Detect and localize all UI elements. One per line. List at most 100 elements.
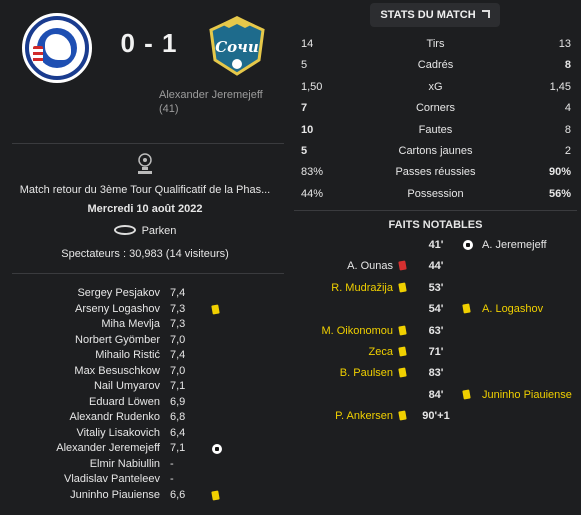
event-home-player[interactable]: M. Oikonomou <box>321 325 393 337</box>
flag-stripe-icon <box>33 46 43 64</box>
yellow-card-icon <box>398 367 407 378</box>
stat-row: 44% Possession 56% <box>290 185 581 206</box>
player-rating: 6,8 <box>170 411 186 423</box>
event-home-player[interactable]: Zeca <box>369 346 393 358</box>
stat-away-value: 8 <box>564 59 571 72</box>
competition-name[interactable]: Match retour du 3ème Tour Qualificatif d… <box>0 184 290 196</box>
yellow-card-icon <box>462 303 471 314</box>
stat-row: 10 Fautes 8 <box>290 121 581 142</box>
event-row: 84' Juninho Piauiense <box>290 386 581 407</box>
stat-label: Possession <box>407 187 464 200</box>
yellow-card-icon <box>398 325 407 336</box>
yellow-card-icon <box>398 282 407 293</box>
event-row: R. Mudražija 53' <box>290 279 581 300</box>
stat-label: Fautes <box>418 123 453 136</box>
player-rating: 7,0 <box>170 333 186 346</box>
player-name: Alexander Jeremejeff <box>56 442 160 454</box>
match-stats-panel: STATS DU MATCH 14 Tirs 13 5 Cadrés 8 1,50 xG 1,4… <box>290 0 581 515</box>
event-row: Zeca 71' <box>290 343 581 364</box>
event-away-icon <box>463 240 473 253</box>
player-row[interactable]: Alexander Jeremejeff 7,1 <box>0 441 290 457</box>
stat-row: 14 Tirs 13 <box>290 35 581 56</box>
player-rating: 7,4 <box>170 349 186 361</box>
player-name: Vitaliy Lisakovich <box>76 426 160 439</box>
notable-events-title: FAITS NOTABLES <box>388 219 483 231</box>
stat-away-value: 56% <box>548 187 571 200</box>
player-rating: 7,3 <box>170 318 186 330</box>
home-team-logo[interactable] <box>22 13 92 83</box>
match-summary-panel: 0 - 1 Сочи Alexander Jeremejeff (41) Mat… <box>0 0 290 515</box>
away-scorer[interactable]: Alexander Jeremejeff (41) <box>159 88 263 116</box>
player-row[interactable]: Sergey Pesjakov 7,4 <box>0 286 290 302</box>
stat-label: Cadrés <box>417 59 454 72</box>
stat-row: 5 Cartons jaunes 2 <box>290 142 581 163</box>
event-home-icon <box>398 325 407 338</box>
event-minute: 84' <box>428 388 444 401</box>
player-row[interactable]: Vladislav Panteleev - <box>0 472 290 488</box>
player-event <box>211 303 220 317</box>
event-away-player[interactable]: A. Logashov <box>482 303 543 315</box>
player-name: Nail Umyarov <box>93 380 160 392</box>
event-away-player[interactable]: Juninho Piauiense <box>482 389 572 401</box>
event-home-icon <box>398 346 407 359</box>
injury-icon <box>398 260 407 271</box>
player-name: Arseny Logashov <box>75 302 160 315</box>
event-home-player[interactable]: B. Paulsen <box>340 367 393 379</box>
stat-away-value: 4 <box>564 102 571 115</box>
player-row[interactable]: Alexandr Rudenko 6,8 <box>0 410 290 426</box>
event-home-icon <box>398 367 407 380</box>
player-name: Miha Mevlja <box>101 318 160 330</box>
divider <box>12 273 284 274</box>
player-rating: 7,1 <box>170 442 186 454</box>
player-row[interactable]: Norbert Gyömber 7,0 <box>0 333 290 349</box>
event-minute: 83' <box>428 367 444 380</box>
player-row[interactable]: Juninho Piauiense 6,6 <box>0 488 290 504</box>
event-minute: 71' <box>428 345 444 358</box>
player-rating: - <box>170 457 174 470</box>
yellow-card-icon <box>462 389 471 400</box>
stats-header-label: STATS DU MATCH <box>380 9 476 21</box>
event-home-player[interactable]: P. Ankersen <box>335 410 393 422</box>
event-row: 41' A. Jeremejeff <box>290 236 581 257</box>
event-away-icon <box>462 389 471 402</box>
away-team-logo[interactable]: Сочи <box>205 12 269 78</box>
stat-label: Passes réussies <box>395 166 476 179</box>
match-score: 0 - 1 <box>120 28 178 58</box>
stat-label: Corners <box>415 102 456 115</box>
notable-events-list: 41' A. Jeremejeff A. Ounas 44' R. Mudražija 5… <box>290 236 581 429</box>
event-home-player[interactable]: R. Mudražija <box>331 282 393 294</box>
stat-row: 1,50 xG 1,45 <box>290 78 581 99</box>
stats-header-button[interactable]: STATS DU MATCH <box>370 3 500 27</box>
player-row[interactable]: Miha Mevlja 7,3 <box>0 317 290 333</box>
player-rating: 7,1 <box>170 380 186 392</box>
divider <box>294 210 577 211</box>
player-row[interactable]: Eduard Löwen 6,9 <box>0 395 290 411</box>
player-rating: 6,9 <box>170 395 186 408</box>
player-name: Norbert Gyömber <box>75 333 160 346</box>
stat-row: 7 Corners 4 <box>290 99 581 120</box>
player-row[interactable]: Elmir Nabiullin - <box>0 457 290 473</box>
stat-away-value: 90% <box>548 166 571 179</box>
stat-row: 5 Cadrés 8 <box>290 56 581 77</box>
event-row: 54' A. Logashov <box>290 300 581 321</box>
player-row[interactable]: Vitaliy Lisakovich 6,4 <box>0 426 290 442</box>
event-away-icon <box>462 303 471 316</box>
expand-icon <box>481 10 490 18</box>
event-away-player[interactable]: A. Jeremejeff <box>482 239 547 251</box>
event-row: P. Ankersen 90'+1 <box>290 407 581 428</box>
player-rating: - <box>170 473 174 485</box>
stat-away-value: 8 <box>564 123 571 136</box>
player-row[interactable]: Arseny Logashov 7,3 <box>0 302 290 318</box>
player-event <box>211 489 220 503</box>
venue[interactable]: Parken <box>0 225 290 237</box>
player-ratings-list: Sergey Pesjakov 7,4 Arseny Logashov 7,3 Miha… <box>0 286 290 503</box>
venue-name: Parken <box>141 225 177 237</box>
player-row[interactable]: Mihailo Ristić 7,4 <box>0 348 290 364</box>
player-row[interactable]: Nail Umyarov 7,1 <box>0 379 290 395</box>
player-name: Mihailo Ristić <box>95 349 160 361</box>
stat-label: Tirs <box>426 38 445 50</box>
event-row: B. Paulsen 83' <box>290 364 581 385</box>
yellow-card-icon <box>398 410 407 421</box>
event-home-player[interactable]: A. Ounas <box>347 260 393 272</box>
player-row[interactable]: Max Besuschkow 7,0 <box>0 364 290 380</box>
